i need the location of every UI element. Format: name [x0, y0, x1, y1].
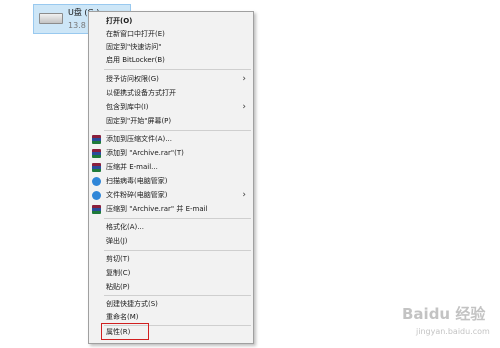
context-menu: 打开(O) 在新窗口中打开(E) 固定到"快速访问" 启用 BitLocker(… [88, 11, 254, 344]
menu-separator [104, 218, 251, 219]
highlight-box [101, 323, 149, 340]
menu-item-include-library[interactable]: 包含到库中(I) › [89, 101, 253, 114]
menu-item-label: 粘贴(P) [106, 283, 130, 291]
menu-item-copy[interactable]: 复制(C) [89, 267, 253, 280]
menu-item-bitlocker[interactable]: 启用 BitLocker(B) [89, 54, 253, 67]
menu-item-scan-virus[interactable]: 扫描病毒(电脑管家) [89, 175, 253, 188]
menu-item-label: 创建快捷方式(S) [106, 300, 158, 308]
menu-separator [104, 295, 251, 296]
menu-item-label: 启用 BitLocker(B) [106, 56, 165, 64]
submenu-arrow-icon: › [242, 190, 246, 200]
menu-item-add-archive-rar[interactable]: 添加到 "Archive.rar"(T) [89, 147, 253, 160]
menu-item-label: 压缩到 "Archive.rar" 并 E-mail [106, 205, 208, 213]
winrar-icon [92, 163, 101, 172]
menu-item-label: 授予访问权限(G) [106, 75, 159, 83]
menu-item-label: 格式化(A)... [106, 223, 144, 231]
menu-item-label: 复制(C) [106, 269, 131, 277]
menu-separator [104, 69, 251, 70]
menu-item-eject[interactable]: 弹出(J) [89, 235, 253, 248]
menu-item-compress-rar-email[interactable]: 压缩到 "Archive.rar" 并 E-mail [89, 203, 253, 216]
watermark: Baidu 经验 jingyan.baidu.com [392, 300, 496, 344]
menu-item-label: 添加到 "Archive.rar"(T) [106, 149, 184, 157]
menu-item-label: 弹出(J) [106, 237, 128, 245]
menu-item-label: 文件粉碎(电脑管家) [106, 191, 168, 199]
menu-item-open-new-window[interactable]: 在新窗口中打开(E) [89, 28, 253, 41]
menu-item-label: 以便携式设备方式打开 [106, 89, 176, 97]
winrar-icon [92, 135, 101, 144]
menu-item-label: 固定到"开始"屏幕(P) [106, 117, 172, 125]
submenu-arrow-icon: › [242, 74, 246, 84]
menu-item-compress-email[interactable]: 压缩并 E-mail... [89, 161, 253, 174]
menu-item-label: 剪切(T) [106, 255, 130, 263]
menu-item-cut[interactable]: 剪切(T) [89, 253, 253, 266]
usb-drive-icon [39, 13, 63, 24]
watermark-url: jingyan.baidu.com [416, 327, 490, 336]
menu-item-open-portable[interactable]: 以便携式设备方式打开 [89, 87, 253, 100]
menu-item-label: 压缩并 E-mail... [106, 163, 158, 171]
winrar-icon [92, 205, 101, 214]
menu-item-open[interactable]: 打开(O) [89, 15, 253, 28]
menu-item-create-shortcut[interactable]: 创建快捷方式(S) [89, 298, 253, 311]
menu-item-format[interactable]: 格式化(A)... [89, 221, 253, 234]
menu-item-label: 打开(O) [106, 17, 133, 25]
menu-item-label: 扫描病毒(电脑管家) [106, 177, 168, 185]
menu-separator [104, 130, 251, 131]
menu-item-label: 添加到压缩文件(A)... [106, 135, 172, 143]
shield-icon [92, 177, 101, 186]
drive-size: 13.8 [68, 21, 86, 30]
menu-item-label: 固定到"快速访问" [106, 43, 162, 51]
menu-item-grant-access[interactable]: 授予访问权限(G) › [89, 73, 253, 86]
menu-item-add-archive[interactable]: 添加到压缩文件(A)... [89, 133, 253, 146]
menu-item-label: 包含到库中(I) [106, 103, 149, 111]
menu-separator [104, 250, 251, 251]
menu-item-pin-start[interactable]: 固定到"开始"屏幕(P) [89, 115, 253, 128]
menu-item-file-shredder[interactable]: 文件粉碎(电脑管家) › [89, 189, 253, 202]
menu-item-paste[interactable]: 粘贴(P) [89, 281, 253, 294]
watermark-logo: Baidu 经验 [402, 305, 486, 323]
winrar-icon [92, 149, 101, 158]
submenu-arrow-icon: › [242, 102, 246, 112]
shield-icon [92, 191, 101, 200]
menu-item-label: 在新窗口中打开(E) [106, 30, 165, 38]
menu-item-pin-quick-access[interactable]: 固定到"快速访问" [89, 41, 253, 54]
